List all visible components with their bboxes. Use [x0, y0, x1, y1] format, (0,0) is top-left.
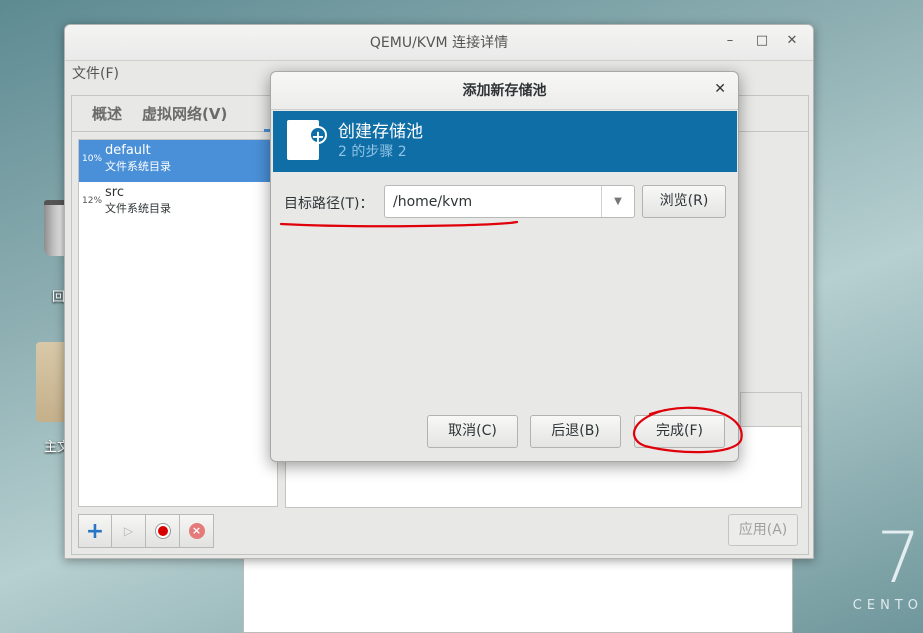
delete-pool-button[interactable]: ×	[180, 514, 214, 548]
pool-type: 文件系统目录	[105, 202, 171, 215]
storage-pool-list: 10% default 文件系统目录 12% src 文件系统目录	[78, 139, 278, 507]
play-icon: ▷	[123, 524, 134, 538]
pool-usage-percent: 12%	[82, 196, 103, 206]
chevron-down-icon[interactable]: ▼	[601, 186, 634, 217]
pool-usage-percent: 10%	[82, 154, 103, 164]
menu-file[interactable]: 文件(F)	[72, 66, 119, 82]
background-window	[243, 555, 793, 633]
pool-name: default	[105, 143, 151, 158]
back-button[interactable]: 后退(B)	[530, 415, 621, 448]
pool-type: 文件系统目录	[105, 160, 171, 173]
add-pool-button[interactable]: +	[78, 514, 112, 548]
list-item[interactable]: 10% default 文件系统目录	[79, 140, 277, 182]
window-title: QEMU/KVM 连接详情	[65, 25, 813, 61]
maximize-icon[interactable]: □	[753, 33, 771, 48]
centos-seven-logo: 7	[876, 517, 921, 599]
dialog-title: 添加新存储池	[271, 72, 738, 110]
target-path-input[interactable]	[385, 186, 601, 217]
start-pool-button[interactable]: ▷	[112, 514, 146, 548]
target-path-label: 目标路径(T)：	[284, 196, 374, 212]
apply-button[interactable]: 应用(A)	[728, 514, 798, 546]
close-icon[interactable]: ✕	[783, 33, 801, 48]
cancel-button[interactable]: 取消(C)	[427, 415, 518, 448]
target-path-combo: ▼	[384, 185, 635, 218]
tab-overview[interactable]: 概述	[82, 96, 132, 131]
dialog-close-icon[interactable]: ✕	[714, 81, 726, 97]
tab-virtual-networks[interactable]: 虚拟网络(V)	[132, 96, 237, 131]
plus-icon: +	[85, 518, 105, 544]
new-document-icon: +	[287, 120, 327, 160]
header-step: 2 的步骤 2	[338, 144, 407, 160]
pool-name: src	[105, 185, 124, 200]
browse-button[interactable]: 浏览(R)	[642, 185, 726, 218]
stop-pool-button[interactable]	[146, 514, 180, 548]
plus-badge-icon: +	[309, 126, 327, 146]
header-title: 创建存储池	[338, 122, 423, 142]
minimize-icon[interactable]: –	[721, 33, 739, 48]
pool-toolbar: + ▷ ×	[78, 514, 214, 548]
centos-wordmark: CENTO	[852, 598, 923, 613]
dialog-header-banner: + 创建存储池 2 的步骤 2	[273, 111, 737, 172]
add-storage-pool-dialog: 添加新存储池 ✕ + 创建存储池 2 的步骤 2 目标路径(T)： ▼ 浏览(R…	[270, 71, 739, 462]
finish-button[interactable]: 完成(F)	[634, 415, 725, 448]
delete-icon: ×	[188, 523, 205, 539]
volume-pane-header	[740, 392, 802, 428]
list-item[interactable]: 12% src 文件系统目录	[79, 182, 277, 224]
record-icon	[155, 524, 170, 538]
